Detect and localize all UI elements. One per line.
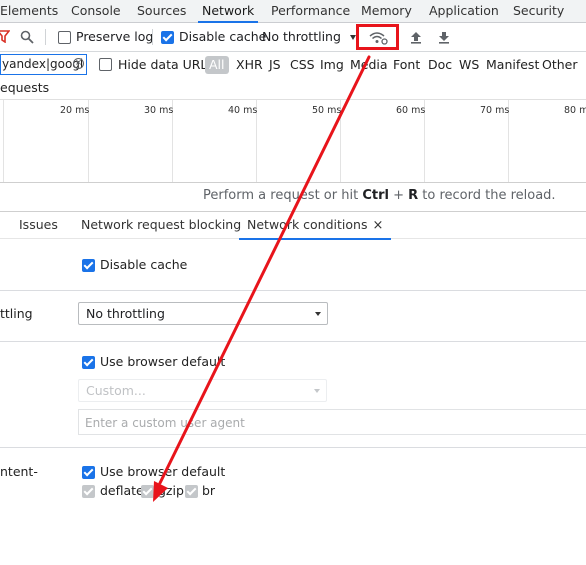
timeline-tick-label: 20 ms: [60, 105, 90, 116]
user-agent-select-value: Custom...: [86, 383, 146, 398]
hide-data-urls-checkbox[interactable]: [99, 58, 112, 71]
tab-memory[interactable]: Memory: [361, 0, 412, 22]
toolbar-divider: [152, 29, 153, 45]
clear-icon[interactable]: ×: [73, 58, 84, 69]
type-filter-manifest[interactable]: Manifest: [486, 52, 539, 78]
tab-issues[interactable]: Issues: [19, 212, 58, 238]
type-filter-css[interactable]: CSS: [290, 52, 315, 78]
section-divider: [0, 447, 586, 448]
timeline-tick-label: 50 ms: [312, 105, 342, 116]
empty-hint: Perform a request or hit Ctrl + R to rec…: [0, 184, 586, 208]
drawer-tab-bar: Issues Network request blocking Network …: [0, 211, 586, 240]
export-har-icon[interactable]: [438, 31, 450, 44]
hint-plus: +: [388, 188, 409, 203]
filter-icon[interactable]: [0, 30, 10, 43]
disable-cache-label: Disable cache: [100, 257, 188, 272]
type-filter-media[interactable]: Media: [350, 52, 388, 78]
type-filter-xhr[interactable]: XHR: [236, 52, 263, 78]
throttling-select[interactable]: No throttling: [78, 302, 328, 325]
ua-use-default-checkbox[interactable]: [82, 356, 95, 369]
type-filter-img[interactable]: Img: [320, 52, 344, 78]
timeline-gridline: [3, 100, 4, 182]
filter-bar: yandex|googl × Hide data URLs All XHR JS…: [0, 52, 586, 78]
network-throttling-label: ttling: [0, 306, 33, 321]
timeline-tick-label: 40 ms: [228, 105, 258, 116]
close-icon[interactable]: ×: [372, 218, 383, 233]
tab-sources[interactable]: Sources: [137, 0, 186, 22]
ua-use-default-label: Use browser default: [100, 354, 226, 369]
network-conditions-icon[interactable]: [369, 31, 389, 45]
tab-network[interactable]: Network: [197, 0, 259, 23]
hide-data-urls-label: Hide data URLs: [118, 57, 214, 72]
timeline-tick-label: 30 ms: [144, 105, 174, 116]
timeline-overview[interactable]: 20 ms 30 ms 40 ms 50 ms 60 ms 70 ms 80 m…: [0, 99, 586, 183]
tab-performance[interactable]: Performance: [271, 0, 350, 22]
br-checkbox[interactable]: [185, 485, 198, 498]
tab-network-request-blocking[interactable]: Network request blocking: [81, 212, 241, 238]
section-divider: [0, 290, 586, 291]
user-agent-select[interactable]: Custom...: [78, 379, 327, 402]
requests-row: equests: [0, 78, 586, 98]
import-har-icon[interactable]: [410, 31, 422, 44]
section-divider: [0, 341, 586, 342]
tab-security[interactable]: Security: [513, 0, 564, 22]
record-hint-text: Perform a request or hit Ctrl + R to rec…: [203, 188, 556, 203]
preserve-log-label: Preserve log: [76, 29, 154, 44]
content-encodings-label: ntent-: [0, 464, 38, 479]
toolbar-divider: [45, 29, 46, 45]
timeline-tick-label: 60 ms: [396, 105, 426, 116]
user-agent-placeholder: Enter a custom user agent: [85, 416, 245, 430]
search-icon[interactable]: [20, 30, 34, 44]
filter-input[interactable]: yandex|googl ×: [0, 54, 87, 75]
tab-elements[interactable]: Elements: [0, 0, 58, 22]
timeline-tick-label: 70 ms: [480, 105, 510, 116]
filter-input-value: yandex|googl: [2, 57, 84, 71]
type-filter-js[interactable]: JS: [269, 52, 281, 78]
chevron-down-icon: [314, 389, 320, 393]
br-label: br: [202, 483, 216, 498]
hint-text: Perform a request or hit: [203, 188, 363, 203]
tab-network-conditions-label: Network conditions: [247, 217, 368, 232]
deflate-checkbox[interactable]: [82, 485, 95, 498]
network-toolbar: Preserve log Disable cache No throttling: [0, 23, 586, 52]
timeline-tick-label: 80 ms: [564, 105, 586, 116]
deflate-label: deflate: [100, 483, 144, 498]
type-filter-all[interactable]: All: [205, 56, 229, 74]
blocked-requests-label: equests: [0, 80, 50, 95]
type-filter-doc[interactable]: Doc: [428, 52, 452, 78]
gzip-label: gzip: [158, 483, 184, 498]
devtools-tab-bar: Elements Console Sources Network Perform…: [0, 0, 586, 23]
hint-key-r: R: [408, 188, 419, 203]
tab-network-conditions[interactable]: Network conditions ×: [238, 212, 392, 240]
disable-cache-label: Disable cache: [179, 29, 267, 44]
encodings-use-default-checkbox[interactable]: [82, 466, 95, 479]
encodings-use-default-label: Use browser default: [100, 464, 226, 479]
throttling-select-value: No throttling: [86, 306, 165, 321]
tab-application[interactable]: Application: [429, 0, 499, 22]
type-filter-font[interactable]: Font: [393, 52, 420, 78]
tab-console[interactable]: Console: [71, 0, 121, 22]
type-filter-other[interactable]: Other: [542, 52, 578, 78]
hint-text-end: to record the reload.: [418, 188, 556, 203]
gzip-checkbox[interactable]: [141, 485, 154, 498]
throttling-dropdown[interactable]: No throttling: [262, 23, 341, 51]
user-agent-input[interactable]: Enter a custom user agent: [78, 409, 586, 435]
hint-key-ctrl: Ctrl: [362, 188, 389, 203]
disable-cache-checkbox[interactable]: [161, 31, 174, 44]
preserve-log-checkbox[interactable]: [58, 31, 71, 44]
chevron-down-icon: [315, 312, 321, 316]
type-filter-ws[interactable]: WS: [459, 52, 479, 78]
disable-cache-checkbox[interactable]: [82, 259, 95, 272]
